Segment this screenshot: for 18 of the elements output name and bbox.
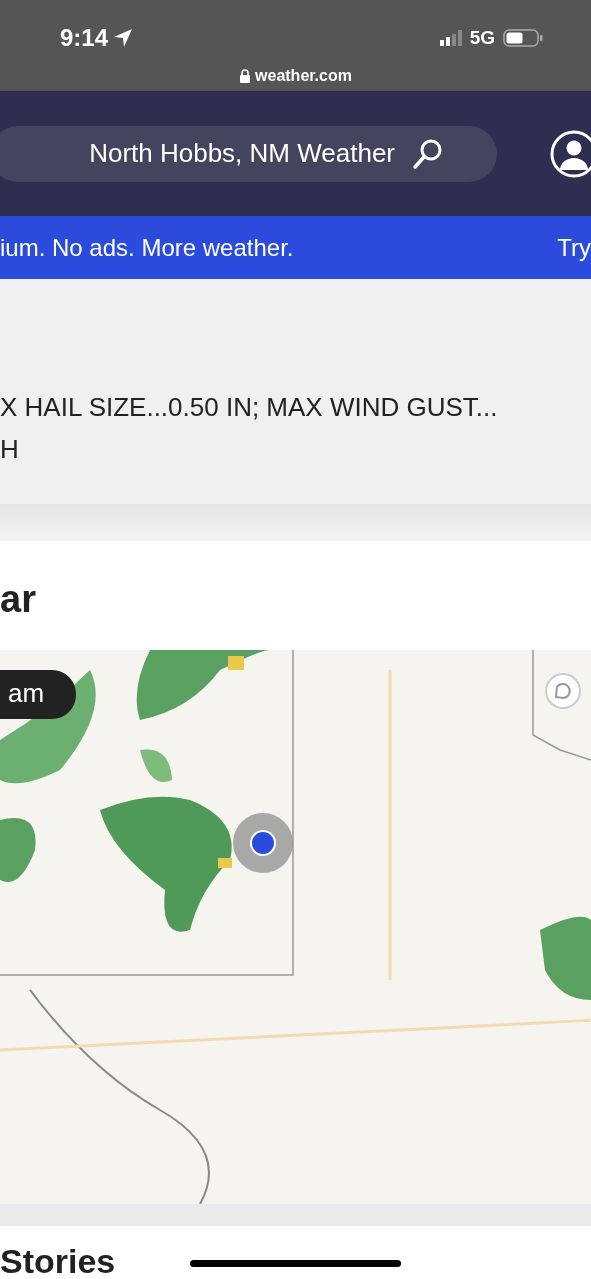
network-label: 5G xyxy=(469,25,495,50)
location-arrow-icon xyxy=(112,27,135,49)
section-title: Stories xyxy=(0,1242,116,1279)
alert-text: H xyxy=(0,433,20,466)
url-label: weather.com xyxy=(255,66,352,86)
account-icon[interactable] xyxy=(549,128,591,179)
lock-icon xyxy=(239,69,252,83)
try-link[interactable]: Try xyxy=(557,229,591,266)
promo-text: ium. No ads. More weather. xyxy=(0,232,294,263)
section-title: ar xyxy=(0,577,37,622)
status-time: 9:14 xyxy=(60,23,109,53)
alert-text: X HAIL SIZE...0.50 IN; MAX WIND GUST... xyxy=(0,391,499,424)
map-pin-icon[interactable] xyxy=(544,672,582,710)
location-marker-icon xyxy=(232,812,294,874)
signal-icon xyxy=(439,30,462,46)
search-field[interactable]: North Hobbs, NM Weather xyxy=(0,125,497,182)
battery-icon xyxy=(503,28,543,48)
time-label: am xyxy=(0,670,77,719)
